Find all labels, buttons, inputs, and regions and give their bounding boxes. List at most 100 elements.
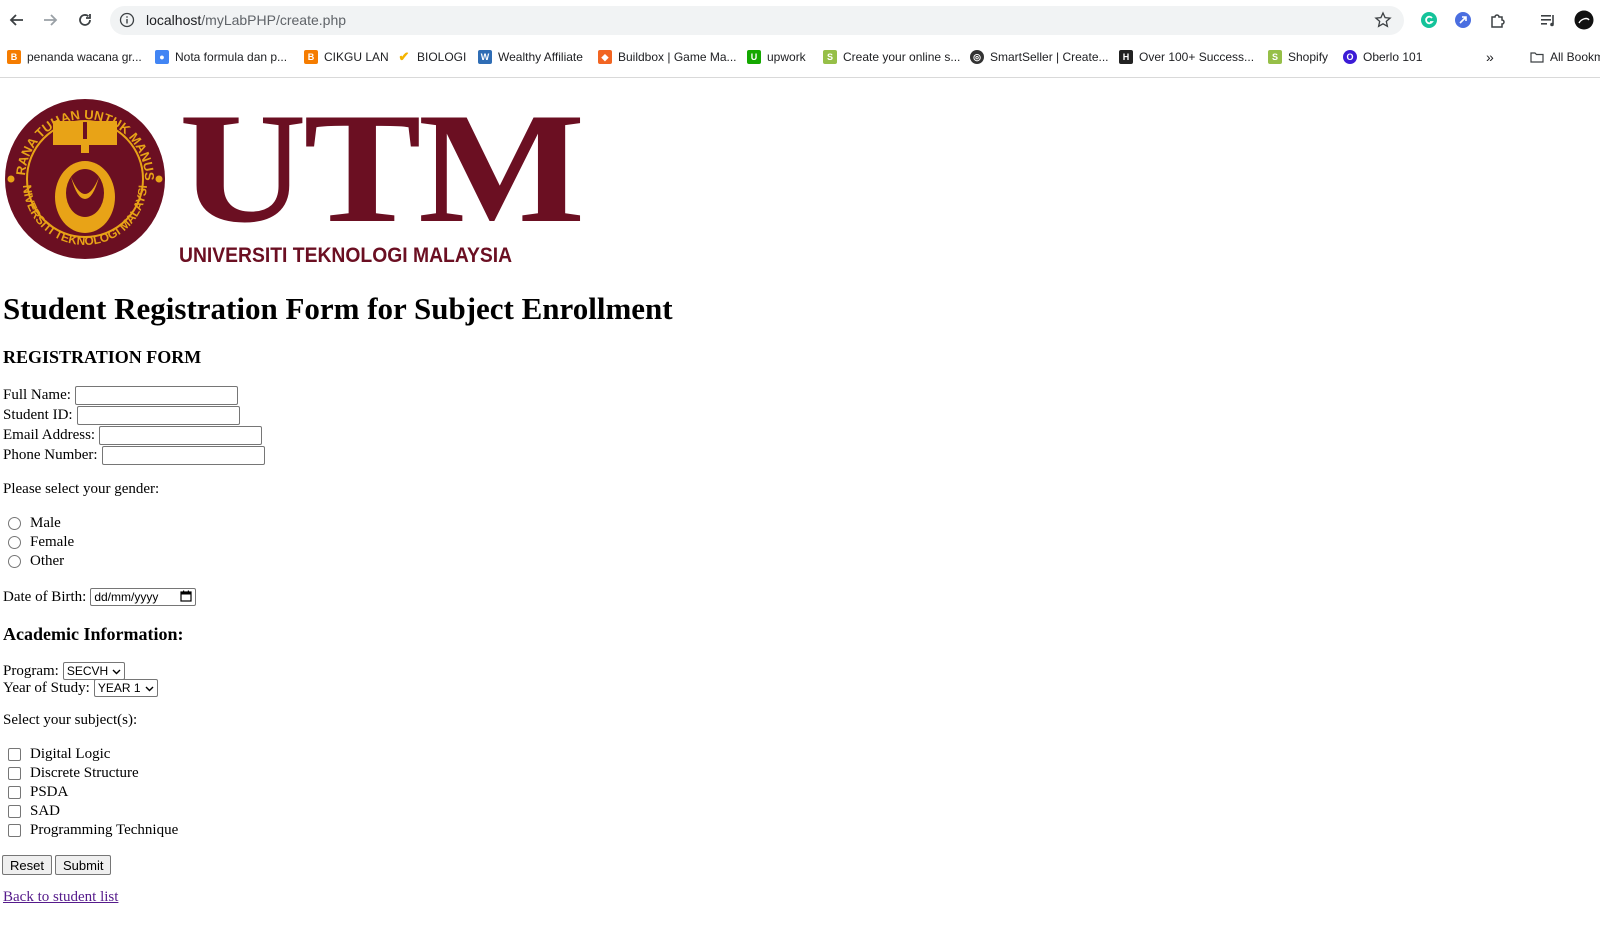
calendar-icon[interactable] [180,590,192,605]
subject-option-programming-technique[interactable]: Programming Technique [8,821,178,839]
subject-option-label: PSDA [30,783,69,800]
checkbox[interactable] [8,804,21,818]
subject-option-discrete-structure[interactable]: Discrete Structure [8,764,139,782]
bookmark-item[interactable]: S Shopify [1268,48,1328,66]
subject-option-label: Digital Logic [30,745,111,762]
h-icon: H [1119,50,1133,64]
gender-option-male[interactable]: Male [8,514,61,532]
dob-placeholder: dd/mm/yyyy [94,590,159,604]
back-arrow-icon[interactable] [5,8,29,32]
email-input[interactable] [99,425,263,445]
url-text: localhost/myLabPHP/create.php [146,12,346,28]
gender-option-other[interactable]: Other [8,552,64,570]
submit-button[interactable]: Submit [55,855,112,875]
blogger-icon: B [304,50,318,64]
shopify-icon: S [1268,50,1282,64]
program-label: Program: [3,662,59,679]
forward-arrow-icon[interactable] [38,8,62,32]
student-id-input[interactable] [76,405,240,425]
oberlo-icon: O [1343,50,1357,64]
all-bookmarks-folder[interactable]: All Bookmarks [1530,48,1600,66]
bookmark-item[interactable]: ◎ SmartSeller | Create... [970,48,1109,66]
bookmark-star-icon[interactable] [1374,11,1392,29]
bookmark-label: SmartSeller | Create... [990,50,1109,64]
reading-list-icon[interactable] [1538,10,1558,30]
globe-icon: ◎ [970,50,984,64]
utm-seal-icon: KERANA TUHAN UNTUK MANUSIA UNIVERSITI TE… [3,83,165,259]
subject-option-sad[interactable]: SAD [8,802,60,820]
bookmark-label: CIKGU LAN [324,50,389,64]
phone-label: Phone Number: [3,446,98,463]
profile-avatar-icon[interactable] [1574,10,1594,30]
dob-label: Date of Birth: [3,588,87,605]
full-name-label: Full Name: [3,386,71,403]
email-label: Email Address: [3,426,96,443]
checkbox[interactable] [8,823,21,837]
blogger-icon: B [7,50,21,64]
bookmark-item[interactable]: ● Nota formula dan p... [155,48,287,66]
radio-button[interactable] [8,554,21,568]
radio-button[interactable] [8,535,21,549]
bookmark-label: Oberlo 101 [1363,50,1423,64]
bookmark-label: Buildbox | Game Ma... [618,50,737,64]
gender-prompt: Please select your gender: [3,481,160,497]
gender-option-female[interactable]: Female [8,533,74,551]
bookmark-item[interactable]: Bpenanda wacana gr... [7,48,142,66]
subject-option-digital-logic[interactable]: Digital Logic [8,745,110,763]
address-bar[interactable]: localhost/myLabPHP/create.php [110,6,1404,35]
bookmark-item[interactable]: O Oberlo 101 [1343,48,1422,66]
email-row: Email Address: [3,425,263,445]
page-content: KERANA TUHAN UNTUK MANUSIA UNIVERSITI TE… [0,77,1600,950]
bookmark-item[interactable]: ✔ BIOLOGI [397,48,467,66]
reset-button[interactable]: Reset [2,855,52,875]
utm-letters: UTM [179,81,585,256]
grammarly-icon[interactable] [1419,10,1439,30]
extension-blue-icon[interactable] [1453,10,1473,30]
bookmarks-bar: Bpenanda wacana gr... ● Nota formula dan … [0,44,1600,70]
bookmark-item[interactable]: B CIKGU LAN [304,48,389,66]
gender-option-label: Female [30,533,75,550]
back-to-student-list-link[interactable]: Back to student list [3,889,118,906]
phone-input[interactable] [101,445,265,465]
bookmark-label: penanda wacana gr... [27,50,142,64]
gender-option-label: Other [30,552,65,569]
checkbox[interactable] [8,747,21,761]
subject-option-label: Programming Technique [30,821,179,838]
dob-input[interactable]: dd/mm/yyyy [90,588,197,606]
checkbox[interactable] [8,766,21,780]
dob-row: Date of Birth: dd/mm/yyyy [3,587,197,607]
page-title: Student Registration Form for Subject En… [3,291,673,326]
shopify-icon: S [823,50,837,64]
buildbox-icon: ◆ [598,50,612,64]
bookmark-label: BIOLOGI [417,50,467,64]
bookmark-item[interactable]: H Over 100+ Success... [1119,48,1254,66]
bookmark-item[interactable]: S Create your online s... [823,48,960,66]
site-info-icon[interactable] [119,12,135,28]
bookmark-item[interactable]: ◆ Buildbox | Game Ma... [598,48,737,66]
bookmark-label: Wealthy Affiliate [498,50,583,64]
year-select[interactable]: YEAR 1 [93,679,158,697]
bookmark-label: Over 100+ Success... [1139,50,1255,64]
extensions-puzzle-icon[interactable] [1488,10,1508,30]
program-selected-value: SECVH [66,664,109,678]
reload-icon[interactable] [73,8,97,32]
url-path: /myLabPHP/create.php [201,12,347,28]
check-icon: ✔ [398,49,410,64]
url-host: localhost [146,12,202,28]
bookmark-label: upwork [767,50,806,64]
utm-subtitle: UNIVERSITI TEKNOLOGI MALAYSIA [179,244,513,267]
utm-logo: KERANA TUHAN UNTUK MANUSIA UNIVERSITI TE… [3,83,585,275]
bookmark-item[interactable]: W Wealthy Affiliate [478,48,583,66]
form-heading: REGISTRATION FORM [3,347,202,367]
year-selected-value: YEAR 1 [97,681,141,695]
browser-toolbar: localhost/myLabPHP/create.php [0,0,1600,40]
checkbox[interactable] [8,785,21,799]
upwork-icon: U [747,50,761,64]
full-name-input[interactable] [74,385,238,405]
year-label: Year of Study: [3,679,90,696]
more-bookmarks-chevron-icon[interactable]: » [1486,48,1494,66]
bookmark-item[interactable]: Uupwork [747,48,806,66]
subject-option-psda[interactable]: PSDA [8,783,68,801]
radio-button[interactable] [8,516,21,530]
bookmark-label: Shopify [1288,50,1329,64]
